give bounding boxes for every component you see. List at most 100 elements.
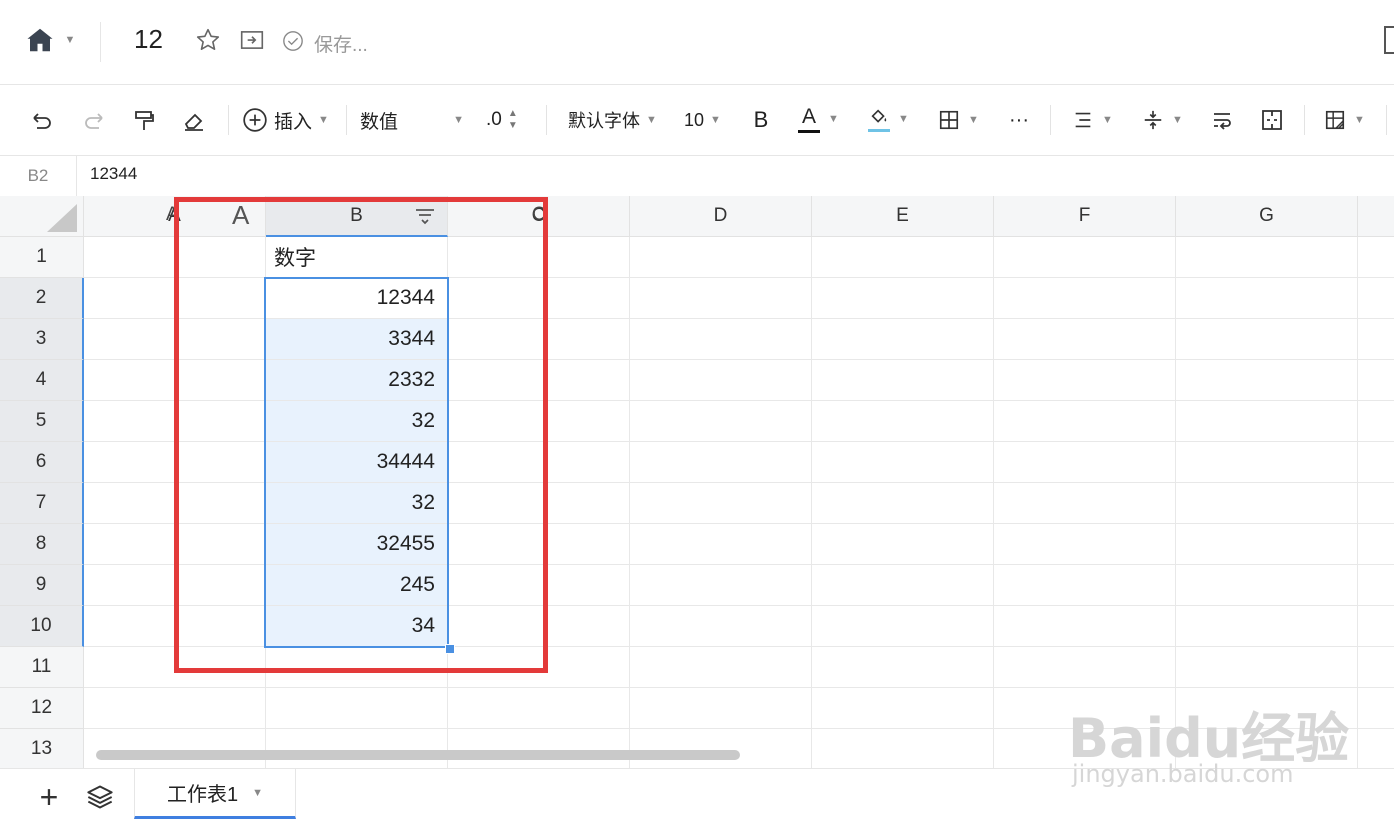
cell[interactable] — [448, 524, 630, 565]
cell[interactable] — [448, 278, 630, 319]
cell[interactable] — [1358, 237, 1394, 278]
cell[interactable] — [448, 688, 630, 729]
row-header-7[interactable]: 7 — [0, 483, 84, 524]
cell[interactable] — [84, 524, 266, 565]
freeze-button[interactable]: ▼ — [1324, 105, 1365, 135]
cell[interactable] — [994, 606, 1176, 647]
cell[interactable] — [1358, 729, 1394, 768]
more-button[interactable]: ··· — [1004, 105, 1034, 135]
cell[interactable] — [448, 729, 630, 768]
row-header-12[interactable]: 12 — [0, 688, 84, 729]
cell[interactable] — [1176, 647, 1358, 688]
cell[interactable] — [1176, 401, 1358, 442]
cell[interactable] — [630, 278, 812, 319]
cell[interactable] — [630, 647, 812, 688]
cell[interactable] — [994, 483, 1176, 524]
cell-b7[interactable]: 32 — [266, 483, 448, 524]
column-header-partial[interactable] — [1358, 196, 1394, 237]
fill-color-button[interactable]: ▼ — [868, 101, 909, 137]
cell[interactable] — [448, 483, 630, 524]
cell[interactable] — [1176, 360, 1358, 401]
cell-reference[interactable]: B2 — [0, 156, 77, 196]
cell[interactable] — [630, 483, 812, 524]
row-header-3[interactable]: 3 — [0, 319, 84, 360]
cell[interactable] — [1358, 647, 1394, 688]
cell-b2[interactable]: 12344 — [266, 278, 448, 319]
row-header-9[interactable]: 9 — [0, 565, 84, 606]
cell[interactable] — [1176, 524, 1358, 565]
cell[interactable] — [630, 688, 812, 729]
cell[interactable] — [448, 401, 630, 442]
row-header-11[interactable]: 11 — [0, 647, 84, 688]
cell[interactable] — [812, 401, 994, 442]
cell[interactable] — [630, 565, 812, 606]
font-size-select[interactable]: 10 ▼ — [684, 105, 721, 135]
number-format-select[interactable]: 数值 ▼ — [360, 105, 464, 135]
horizontal-align-button[interactable]: ▼ — [1072, 105, 1113, 135]
cell[interactable] — [630, 606, 812, 647]
cell[interactable] — [448, 360, 630, 401]
sheets-list-icon[interactable] — [84, 781, 116, 813]
cell[interactable] — [812, 237, 994, 278]
cell[interactable] — [1176, 606, 1358, 647]
cell[interactable] — [448, 319, 630, 360]
cell[interactable] — [994, 647, 1176, 688]
cell[interactable] — [630, 729, 812, 768]
cell[interactable] — [1176, 237, 1358, 278]
cell[interactable] — [994, 442, 1176, 483]
row-header-13[interactable]: 13 — [0, 729, 84, 768]
cell[interactable] — [84, 647, 266, 688]
cell[interactable] — [84, 237, 266, 278]
insert-button[interactable]: 插入 ▼ — [242, 105, 329, 135]
cell-b9[interactable]: 245 — [266, 565, 448, 606]
cell[interactable] — [812, 442, 994, 483]
cell[interactable] — [994, 319, 1176, 360]
undo-icon[interactable] — [28, 107, 56, 135]
cell[interactable] — [812, 647, 994, 688]
doc-title[interactable]: 12 — [134, 24, 163, 55]
cell[interactable] — [266, 729, 448, 768]
corner-icon[interactable] — [1384, 26, 1394, 54]
cell[interactable] — [812, 360, 994, 401]
row-header-8[interactable]: 8 — [0, 524, 84, 565]
redo-icon[interactable] — [80, 107, 108, 135]
cell[interactable] — [84, 483, 266, 524]
cell[interactable] — [630, 360, 812, 401]
column-header-e[interactable]: E — [812, 196, 994, 237]
row-header-5[interactable]: 5 — [0, 401, 84, 442]
decimal-button[interactable]: .0 ▲ ▼ — [486, 105, 518, 135]
cell[interactable] — [1358, 524, 1394, 565]
cell[interactable] — [1358, 483, 1394, 524]
vertical-align-button[interactable]: ▼ — [1142, 105, 1183, 135]
cell[interactable] — [630, 237, 812, 278]
cell[interactable] — [1358, 606, 1394, 647]
cell-b1[interactable]: 数字 — [266, 237, 448, 278]
cell[interactable] — [266, 647, 448, 688]
star-icon[interactable] — [194, 26, 222, 54]
cell-b6[interactable]: 34444 — [266, 442, 448, 483]
cell[interactable] — [84, 360, 266, 401]
move-to-folder-icon[interactable] — [238, 26, 266, 54]
cell[interactable] — [266, 688, 448, 729]
cell[interactable] — [84, 401, 266, 442]
cell[interactable] — [448, 565, 630, 606]
cell[interactable] — [1358, 360, 1394, 401]
format-painter-icon[interactable] — [130, 107, 158, 135]
cell[interactable] — [1358, 319, 1394, 360]
formula-input[interactable]: 12344 — [90, 164, 137, 184]
cell[interactable] — [448, 442, 630, 483]
row-header-2[interactable]: 2 — [0, 278, 84, 319]
row-header-10[interactable]: 10 — [0, 606, 84, 647]
borders-button[interactable]: ▼ — [938, 105, 979, 135]
cell[interactable] — [1358, 442, 1394, 483]
font-select[interactable]: 默认字体 ▼ — [568, 105, 657, 135]
cell[interactable] — [994, 360, 1176, 401]
cell[interactable] — [994, 565, 1176, 606]
merge-cells-icon[interactable] — [1258, 105, 1286, 135]
column-header-g[interactable]: G — [1176, 196, 1358, 237]
cell[interactable] — [1176, 483, 1358, 524]
cell[interactable] — [1358, 401, 1394, 442]
row-header-1[interactable]: 1 — [0, 237, 84, 278]
cell[interactable] — [1176, 319, 1358, 360]
cell[interactable] — [1176, 278, 1358, 319]
